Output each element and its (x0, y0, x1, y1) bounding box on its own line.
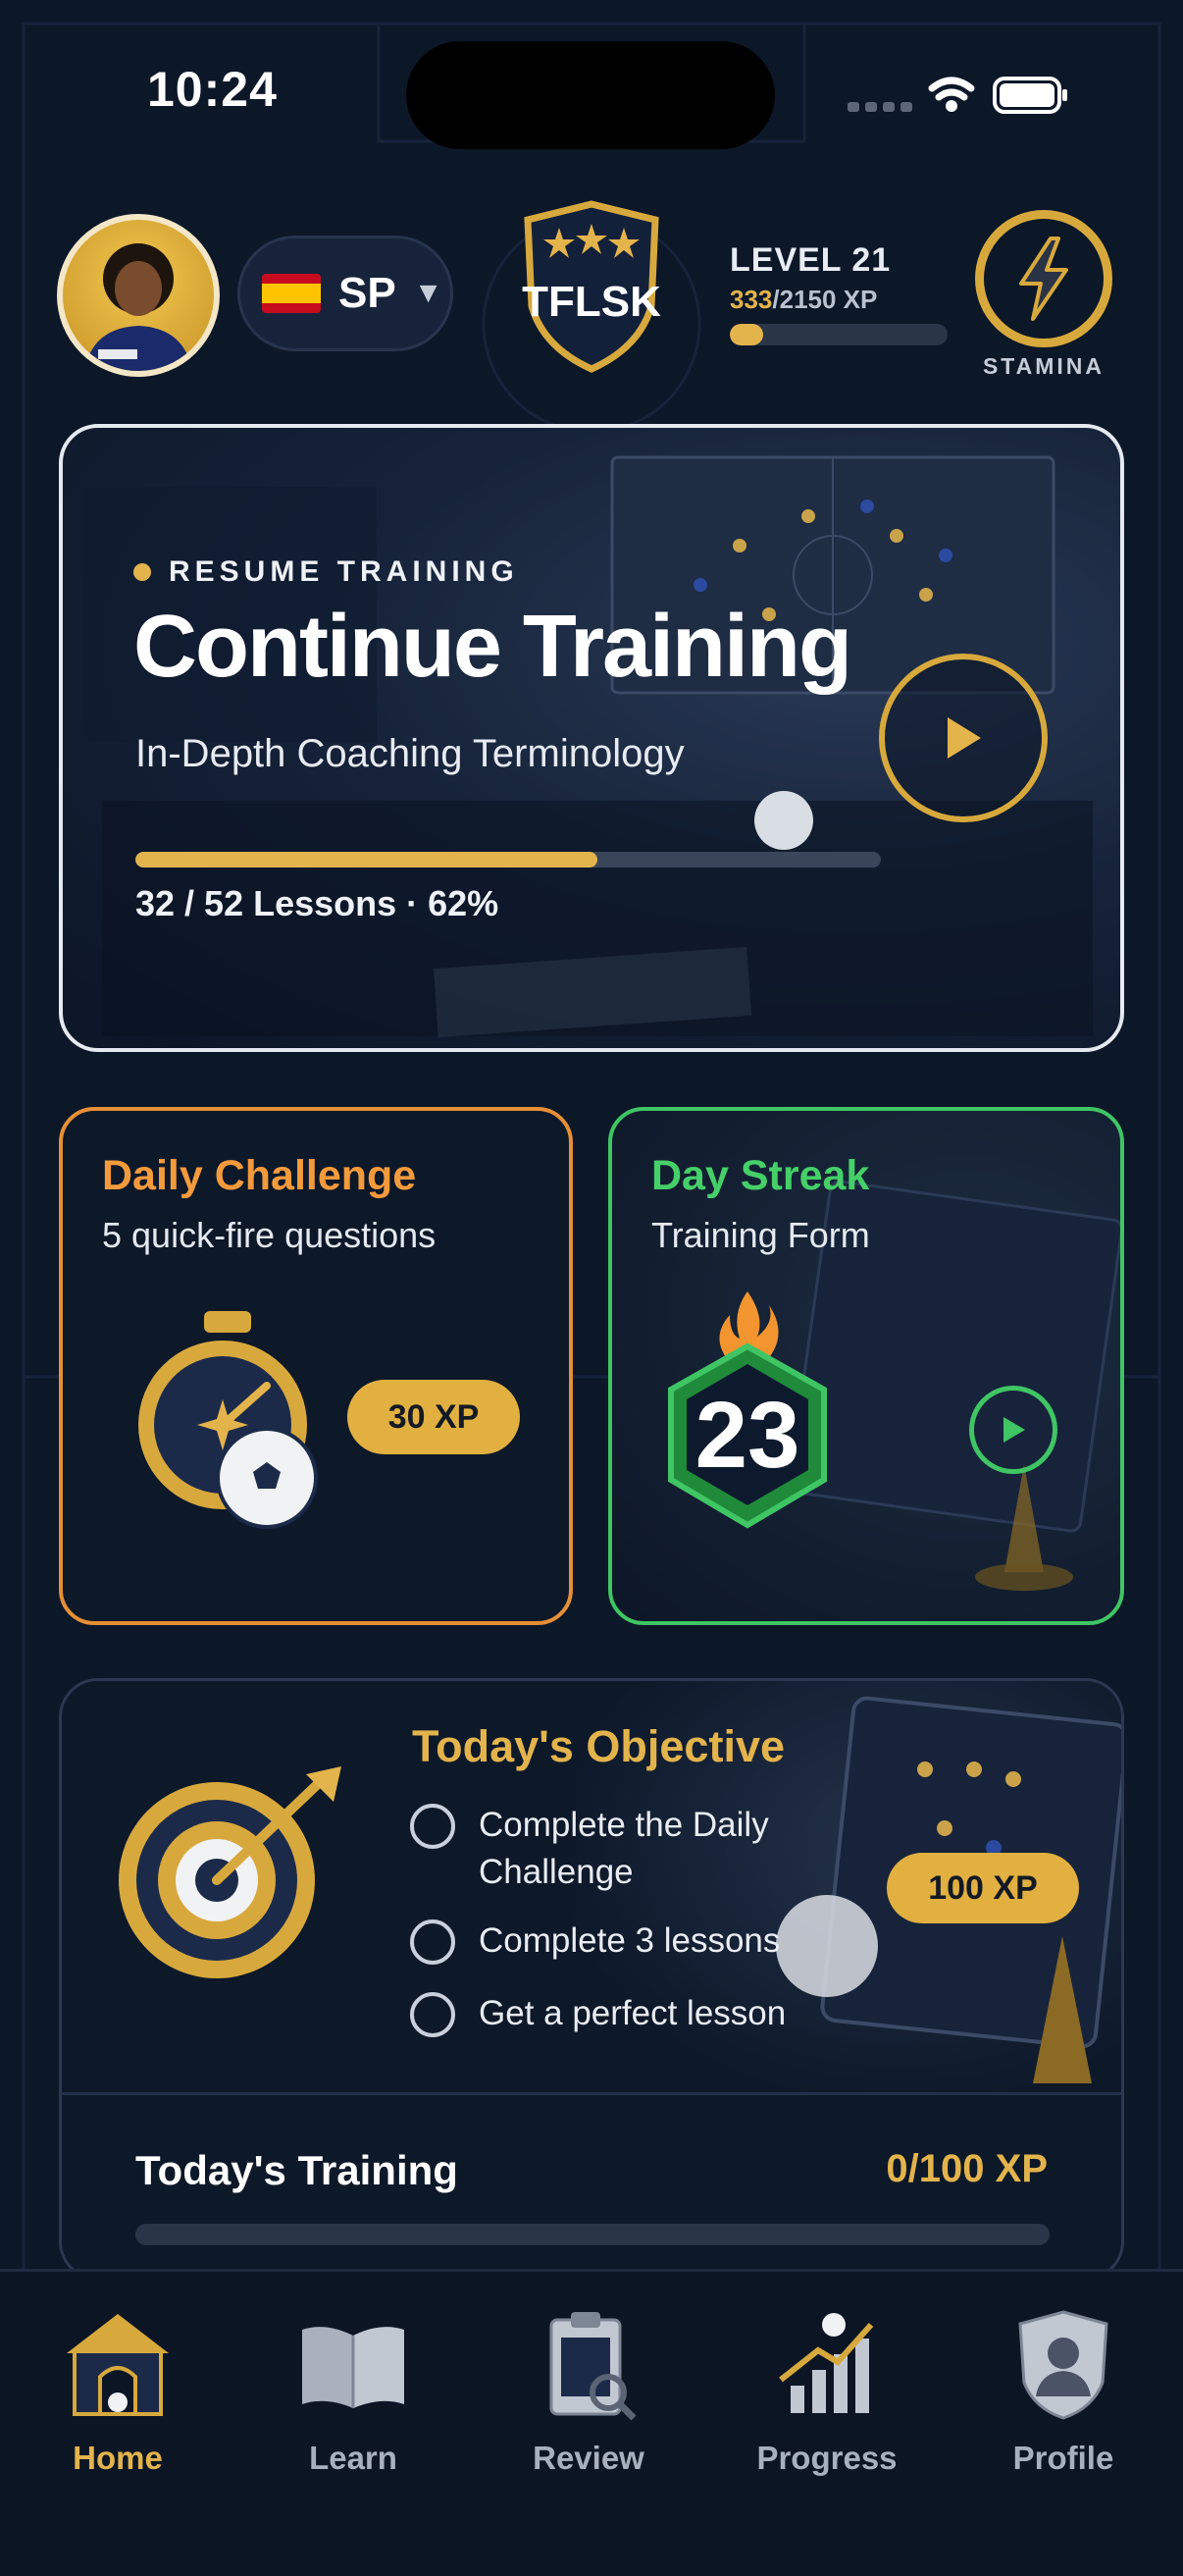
streak-play-button[interactable] (969, 1386, 1057, 1474)
nav-item-learn[interactable]: Learn (255, 2304, 451, 2477)
hero-progress-text: 32 / 52 Lessons · 62% (135, 883, 499, 923)
level-progress-bar (730, 324, 948, 345)
status-icons (848, 77, 1067, 114)
daily-xp-badge: 30 XP (347, 1380, 520, 1454)
streak-count: 23 (694, 1383, 800, 1488)
clipboard-icon (528, 2304, 649, 2426)
play-icon (1003, 1417, 1025, 1443)
hero-subtitle: In-Depth Coaching Terminology (135, 732, 685, 775)
daily-challenge-subtitle: 5 quick-fire questions (102, 1215, 437, 1255)
nav-label-progress: Progress (756, 2440, 898, 2476)
checkbox-icon[interactable] (410, 1919, 455, 1965)
nav-item-home[interactable]: Home (20, 2304, 216, 2477)
today-training-label: Today's Training (135, 2147, 458, 2193)
player-avatar[interactable] (57, 214, 220, 377)
nav-label-profile: Profile (1012, 2440, 1114, 2476)
nav-label-learn: Learn (309, 2440, 397, 2476)
stamina-button[interactable] (975, 210, 1112, 347)
hero-progress-bar (135, 852, 881, 867)
objective-item-label: Get a perfect lesson (479, 1994, 787, 2032)
eyebrow-dot (133, 563, 151, 581)
hero-eyebrow-text: RESUME TRAINING (169, 555, 519, 588)
level-progress-fill (730, 324, 764, 345)
checkbox-icon[interactable] (410, 1992, 455, 2037)
hero-eyebrow: RESUME TRAINING (133, 555, 519, 589)
stopwatch-icon (138, 1311, 318, 1529)
chart-icon (766, 2304, 888, 2426)
objective-item-line: Complete the Daily (479, 1806, 769, 1844)
player-portrait-icon (84, 243, 192, 371)
level-label: LEVEL 21 (730, 241, 892, 279)
objective-item-label: Complete the Daily Challenge (479, 1802, 769, 1896)
nav-label-home: Home (73, 2440, 163, 2476)
nav-item-progress[interactable]: Progress (729, 2304, 925, 2477)
objective-xp-badge: 100 XP (887, 1853, 1079, 1923)
today-training-xp: 0/100 XP (886, 2147, 1048, 2190)
badge-text: TFLSK (522, 278, 661, 326)
club-badge: TFLSK (522, 200, 661, 373)
objective-item[interactable]: Complete the Daily Challenge (410, 1802, 769, 1896)
book-icon (292, 2304, 414, 2426)
signal-icon (848, 102, 912, 112)
nav-item-profile[interactable]: Profile (965, 2304, 1161, 2477)
play-icon (948, 717, 981, 759)
xp-current: 333 (730, 285, 773, 314)
objective-item[interactable]: Get a perfect lesson (410, 1990, 786, 2037)
day-streak-subtitle: Training Form (651, 1215, 870, 1255)
language-selector[interactable]: SP ▼ (237, 236, 453, 351)
today-training-progress-bar (135, 2224, 1050, 2245)
level-xp: 333/2150 XP (730, 285, 877, 315)
play-button[interactable] (879, 654, 1048, 822)
divider (61, 2092, 1122, 2095)
hero-progress-fill (135, 852, 598, 867)
lightning-icon (1019, 237, 1068, 321)
daily-challenge-title: Daily Challenge (102, 1152, 417, 1199)
checkbox-icon[interactable] (410, 1804, 455, 1849)
nav-item-review[interactable]: Review (490, 2304, 687, 2477)
objective-item-label: Complete 3 lessons (479, 1921, 781, 1960)
objective-item-line: Challenge (479, 1853, 634, 1891)
wifi-dot (946, 100, 957, 112)
xp-total: /2150 XP (772, 285, 878, 314)
status-time: 10:24 (147, 62, 278, 117)
day-streak-title: Day Streak (651, 1152, 870, 1199)
language-code: SP (338, 269, 396, 317)
nav-label-review: Review (533, 2440, 644, 2476)
chevron-down-icon: ▼ (413, 277, 443, 309)
home-icon (57, 2304, 179, 2426)
spain-flag-icon (262, 274, 321, 313)
wifi-icon (928, 77, 975, 101)
target-icon (119, 1766, 341, 1978)
objective-item[interactable]: Complete 3 lessons (410, 1918, 780, 1965)
stamina-label: STAMINA (982, 353, 1106, 379)
dynamic-island (406, 41, 775, 149)
objective-title: Today's Objective (412, 1721, 785, 1771)
hero-title: Continue Training (133, 598, 852, 696)
profile-icon (1003, 2304, 1124, 2426)
